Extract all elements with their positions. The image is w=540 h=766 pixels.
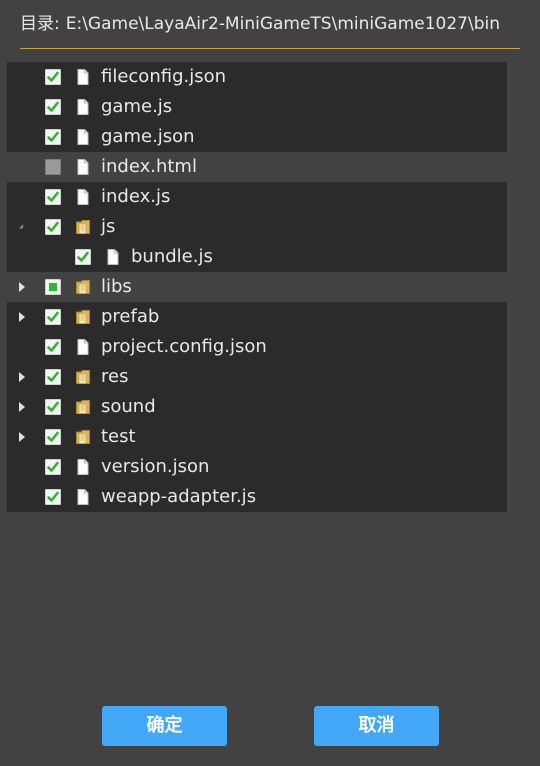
tree-row-sound[interactable]: sound: [7, 392, 507, 422]
tree-row-project-config-json[interactable]: project.config.json: [7, 332, 507, 362]
tree-item-label: game.json: [101, 126, 195, 147]
expand-arrow-icon[interactable]: [15, 392, 29, 422]
folder-icon: [75, 218, 91, 236]
expand-arrow-icon[interactable]: [15, 272, 29, 302]
folder-icon: [75, 428, 91, 446]
checkbox-res[interactable]: [45, 369, 61, 385]
file-icon: [75, 188, 91, 206]
tree-row-index-html[interactable]: index.html: [7, 152, 507, 182]
checkbox-game-js[interactable]: [45, 99, 61, 115]
tree-item-label: fileconfig.json: [101, 66, 227, 87]
tree-row-game-js[interactable]: game.js: [7, 92, 507, 122]
folder-icon: [75, 398, 91, 416]
checkbox-libs[interactable]: [45, 279, 61, 295]
tree-row-res[interactable]: res: [7, 362, 507, 392]
file-icon: [75, 158, 91, 176]
checkbox-index-js[interactable]: [45, 189, 61, 205]
tree-item-label: js: [101, 216, 116, 237]
collapse-arrow-icon[interactable]: [15, 212, 29, 242]
file-icon: [75, 98, 91, 116]
file-icon: [75, 68, 91, 86]
tree-item-label: sound: [101, 396, 156, 417]
directory-path: E:\Game\LayaAir2-MiniGameTS\miniGame1027…: [65, 14, 500, 34]
file-icon: [75, 128, 91, 146]
tree-item-label: project.config.json: [101, 336, 267, 357]
checkbox-bundle-js[interactable]: [75, 249, 91, 265]
checkbox-prefab[interactable]: [45, 309, 61, 325]
tree-row-index-js[interactable]: index.js: [7, 182, 507, 212]
directory-header: 目录: E:\Game\LayaAir2-MiniGameTS\miniGame1…: [20, 10, 520, 49]
cancel-button[interactable]: 取消: [314, 706, 439, 746]
tree-row-js[interactable]: js: [7, 212, 507, 242]
tree-row-weapp-adapter-js[interactable]: weapp-adapter.js: [7, 482, 507, 512]
tree-item-label: version.json: [101, 456, 210, 477]
checkbox-project-config-json[interactable]: [45, 339, 61, 355]
tree-item-label: game.js: [101, 96, 173, 117]
checkbox-js[interactable]: [45, 219, 61, 235]
folder-icon: [75, 278, 91, 296]
directory-label: 目录:: [20, 14, 60, 34]
folder-icon: [75, 308, 91, 326]
expand-arrow-icon[interactable]: [15, 362, 29, 392]
file-icon: [75, 338, 91, 356]
expand-arrow-icon[interactable]: [15, 422, 29, 452]
file-icon: [75, 458, 91, 476]
checkbox-game-json[interactable]: [45, 129, 61, 145]
checkbox-fileconfig-json[interactable]: [45, 69, 61, 85]
tree-item-label: res: [101, 366, 129, 387]
folder-icon: [75, 368, 91, 386]
tree-row-prefab[interactable]: prefab: [7, 302, 507, 332]
checkbox-weapp-adapter-js[interactable]: [45, 489, 61, 505]
checkbox-index-html[interactable]: [45, 159, 61, 175]
tree-row-test[interactable]: test: [7, 422, 507, 452]
tree-item-label: test: [101, 426, 136, 447]
tree-item-label: libs: [101, 276, 132, 297]
tree-item-label: prefab: [101, 306, 160, 327]
tree-item-label: bundle.js: [131, 246, 213, 267]
checkbox-test[interactable]: [45, 429, 61, 445]
tree-item-label: index.js: [101, 186, 171, 207]
file-icon: [75, 488, 91, 506]
confirm-button[interactable]: 确定: [102, 706, 227, 746]
checkbox-version-json[interactable]: [45, 459, 61, 475]
tree-row-game-json[interactable]: game.json: [7, 122, 507, 152]
tree-row-bundle-js[interactable]: bundle.js: [7, 242, 507, 272]
file-icon: [105, 248, 121, 266]
tree-row-fileconfig-json[interactable]: fileconfig.json: [7, 62, 507, 92]
tree-item-label: weapp-adapter.js: [101, 486, 257, 507]
expand-arrow-icon[interactable]: [15, 302, 29, 332]
tree-row-libs[interactable]: libs: [7, 272, 507, 302]
tree-row-version-json[interactable]: version.json: [7, 452, 507, 482]
tree-item-label: index.html: [101, 156, 197, 177]
checkbox-sound[interactable]: [45, 399, 61, 415]
file-tree: fileconfig.json game.js game.json index.htm…: [7, 62, 507, 512]
